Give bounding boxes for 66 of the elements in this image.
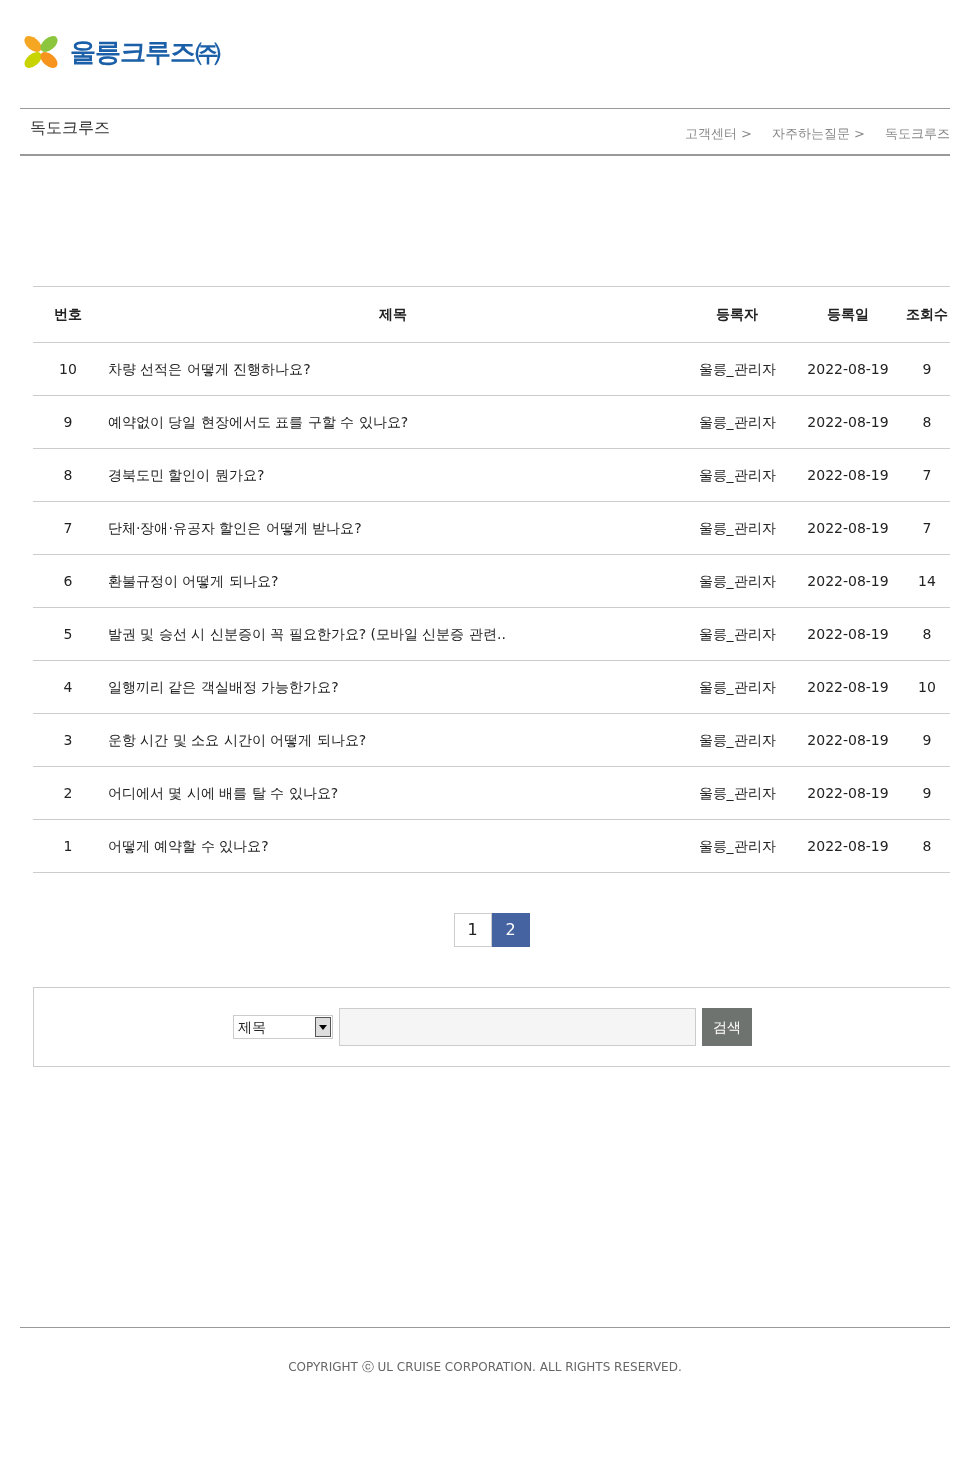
table-cell: 울릉_관리자 [698, 413, 776, 430]
breadcrumb-link[interactable]: 고객센터 > [684, 123, 752, 144]
table-cell: 2022-08-19 [807, 360, 889, 377]
table-cell: 울릉_관리자 [698, 784, 776, 801]
table-cell: 2022-08-19 [807, 837, 889, 854]
table-cell: 울릉_관리자 [698, 731, 776, 748]
table-cell: 8 [63, 466, 73, 483]
question-link[interactable]: 발권 및 승선 시 신분증이 꼭 필요한가요? (모바일 신분증 관련.. [108, 625, 506, 642]
table-cell: 2 [63, 784, 73, 801]
question-link[interactable]: 일행끼리 같은 객실배정 가능한가요? [108, 678, 339, 695]
logo-text: 울릉크루즈㈜ [70, 35, 220, 69]
table-cell: 2022-08-19 [807, 572, 889, 589]
table-cell: 9 [922, 360, 932, 377]
table-cell: 2022-08-19 [807, 519, 889, 536]
table-cell: 7 [63, 519, 73, 536]
table-cell: 7 [922, 466, 932, 483]
page-button[interactable]: 2 [491, 913, 530, 947]
table-cell: 울릉_관리자 [698, 625, 776, 642]
page-button[interactable]: 1 [453, 913, 492, 947]
table-cell: 8 [922, 837, 932, 854]
table-cell: 울릉_관리자 [698, 360, 776, 377]
table-cell: 2022-08-19 [807, 625, 889, 642]
search-field[interactable] [338, 1008, 696, 1046]
table-cell: 2022-08-19 [807, 784, 889, 801]
table-cell: 2022-08-19 [807, 731, 889, 748]
question-link[interactable]: 차량 선적은 어떻게 진행하나요? [108, 360, 311, 377]
column-header: 번호 [54, 306, 82, 322]
table-cell: 6 [63, 572, 73, 589]
table-cell: 7 [922, 519, 932, 536]
column-header: 등록자 [716, 306, 758, 322]
table-cell: 4 [63, 678, 73, 695]
question-link[interactable]: 경북도민 할인이 뭔가요? [108, 466, 265, 483]
column-header: 조회수 [906, 306, 948, 322]
page-title: 독도크루즈 [29, 116, 110, 139]
table-cell: 2022-08-19 [807, 466, 889, 483]
table-cell: 14 [918, 572, 936, 589]
column-header: 등록일 [827, 306, 869, 322]
question-link[interactable]: 어디에서 몇 시에 배를 탈 수 있나요? [108, 784, 339, 801]
table-cell: 5 [63, 625, 73, 642]
table-cell: 9 [922, 731, 932, 748]
table-cell: 10 [918, 678, 936, 695]
table-cell: 1 [63, 837, 73, 854]
table-cell: 9 [63, 413, 73, 430]
table-cell: 울릉_관리자 [698, 466, 776, 483]
copyright-text: COPYRIGHT ⓒ UL CRUISE CORPORATION. ALL RIGHTS RESERVED. [288, 1360, 682, 1374]
question-link[interactable]: 운항 시간 및 소요 시간이 어떻게 되나요? [108, 731, 367, 748]
table-cell: 울릉_관리자 [698, 572, 776, 589]
table-cell: 10 [59, 360, 77, 377]
question-link[interactable]: 예약없이 당일 현장에서도 표를 구할 수 있나요? [108, 413, 409, 430]
table-cell: 9 [922, 784, 932, 801]
table-cell: 3 [63, 731, 73, 748]
table-cell: 울릉_관리자 [698, 519, 776, 536]
breadcrumb-link[interactable]: 독도크루즈 [885, 123, 950, 144]
search-category-select[interactable]: 제목 [232, 1015, 333, 1039]
table-cell: 울릉_관리자 [698, 837, 776, 854]
question-link[interactable]: 어떻게 예약할 수 있나요? [108, 837, 269, 854]
search-button[interactable]: 검색 [701, 1008, 752, 1046]
question-link[interactable]: 단체·장애·유공자 할인은 어떻게 받나요? [108, 519, 362, 536]
table-cell: 2022-08-19 [807, 413, 889, 430]
column-header: 제목 [378, 306, 407, 322]
question-link[interactable]: 환불규정이 어떻게 되나요? [108, 572, 279, 589]
table-cell: 8 [922, 625, 932, 642]
breadcrumb-link[interactable]: 자주하는질문 > [771, 123, 865, 144]
table-cell: 울릉_관리자 [698, 678, 776, 695]
table-cell: 2022-08-19 [807, 678, 889, 695]
table-cell: 8 [922, 413, 932, 430]
